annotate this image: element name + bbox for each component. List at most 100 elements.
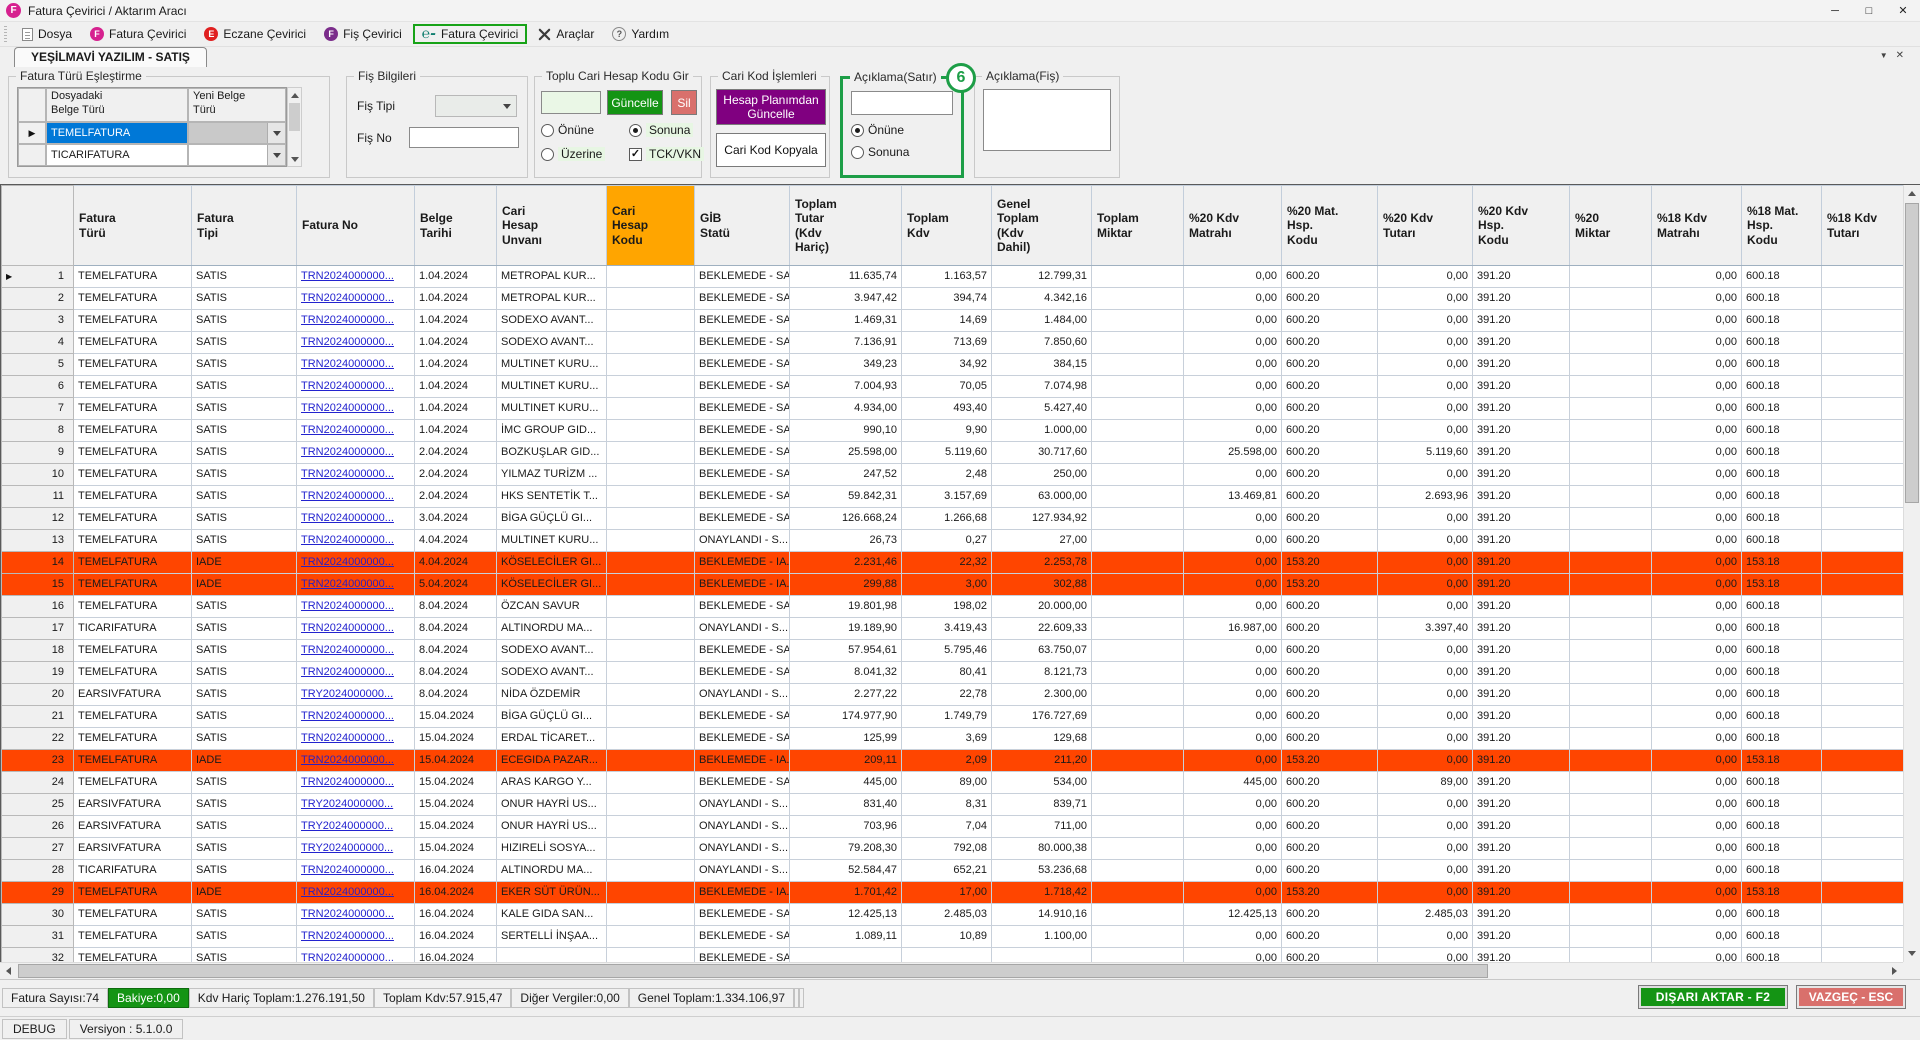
cell-tutar[interactable]: 19.189,90 [789,617,902,640]
column-header-no[interactable]: Fatura No [296,185,415,266]
cell-tk20[interactable]: 391.20 [1472,793,1570,816]
cell-tipi[interactable]: SATIS [191,375,297,398]
cell-tutar[interactable]: 126.668,24 [789,507,902,530]
menu-item-fatura-evirici[interactable]: F Fatura Çevirici [81,24,195,44]
invoice-number-link[interactable]: TRY2024000000... [301,688,393,700]
cell-tutar[interactable]: 703,96 [789,815,902,838]
cell-t20[interactable]: 0,00 [1377,573,1473,596]
cell-gib[interactable]: BEKLEMEDE - SA... [694,485,790,508]
cell-genel[interactable]: 27,00 [991,529,1092,552]
current-row-indicator-icon[interactable]: ▶ [18,122,46,144]
cell-mk20[interactable]: 153.20 [1281,573,1378,596]
cell-mk18[interactable]: 600.18 [1741,529,1822,552]
cell-genel[interactable]: 7.074,98 [991,375,1092,398]
cell-miktar[interactable] [1091,815,1184,838]
cell-m20[interactable]: 0,00 [1183,309,1282,332]
cell-mk18[interactable]: 600.18 [1741,463,1822,486]
menu-item-dosya[interactable]: Dosya [13,24,81,44]
cell-mik20[interactable] [1569,331,1652,354]
menu-item-fi-evirici[interactable]: F Fiş Çevirici [315,24,411,44]
invoice-number-link[interactable]: TRY2024000000... [301,798,393,810]
cell-kodu[interactable] [606,375,695,398]
cell-m20[interactable]: 12.425,13 [1183,903,1282,926]
cell-genel[interactable]: 20.000,00 [991,595,1092,618]
invoice-number-link[interactable]: TRN2024000000... [301,930,394,942]
cell-tarih[interactable]: 4.04.2024 [414,551,497,574]
cell-tarih[interactable]: 15.04.2024 [414,705,497,728]
cell-tarih[interactable]: 15.04.2024 [414,815,497,838]
cell-kodu[interactable] [606,925,695,948]
cell-mik20[interactable] [1569,617,1652,640]
cell-t18[interactable] [1821,309,1903,332]
cell-kodu[interactable] [606,881,695,904]
cell-kodu[interactable] [606,419,695,442]
invoice-number-link[interactable]: TRN2024000000... [301,490,394,502]
menu-item-ara-lar[interactable]: Araçlar [529,24,603,44]
cell-tk20[interactable]: 391.20 [1472,837,1570,860]
cell-tk20[interactable]: 391.20 [1472,375,1570,398]
cell-m20[interactable]: 0,00 [1183,705,1282,728]
cell-t18[interactable] [1821,661,1903,684]
cell-t20[interactable]: 3.397,40 [1377,617,1473,640]
cell-tutar[interactable]: 7.004,93 [789,375,902,398]
cell-tipi[interactable]: SATIS [191,309,297,332]
cell-kdv[interactable]: 7,04 [901,815,992,838]
cell-mk20[interactable]: 600.20 [1281,617,1378,640]
cell-unvan[interactable]: ECEGIDA PAZAR... [496,749,607,772]
cell-no[interactable]: TRN2024000000... [296,749,415,772]
cell-tarih[interactable]: 16.04.2024 [414,881,497,904]
cell-mk18[interactable]: 600.18 [1741,507,1822,530]
cell-genel[interactable]: 384,15 [991,353,1092,376]
cell-tk20[interactable]: 391.20 [1472,573,1570,596]
cell-tutar[interactable]: 990,10 [789,419,902,442]
cell-tipi[interactable]: SATIS [191,815,297,838]
cell-no[interactable]: TRN2024000000... [296,573,415,596]
cell-m18[interactable]: 0,00 [1651,793,1742,816]
cell-genel[interactable]: 53.236,68 [991,859,1092,882]
cell-tutar[interactable]: 4.934,00 [789,397,902,420]
cell-no[interactable]: TRY2024000000... [296,683,415,706]
cell-mk20[interactable]: 600.20 [1281,859,1378,882]
row-header[interactable]: 6 [1,375,74,398]
cell-mk20[interactable]: 600.20 [1281,661,1378,684]
cell-m20[interactable]: 0,00 [1183,287,1282,310]
cell-kdv[interactable]: 394,74 [901,287,992,310]
invoice-number-link[interactable]: TRY2024000000... [301,820,393,832]
cell-t18[interactable] [1821,881,1903,904]
aciklama-onune-radio[interactable] [851,123,864,137]
cell-m20[interactable]: 0,00 [1183,529,1282,552]
cell-gib[interactable]: BEKLEMEDE - SA... [694,353,790,376]
cell-m20[interactable]: 0,00 [1183,419,1282,442]
cell-m18[interactable]: 0,00 [1651,617,1742,640]
cell-tutar[interactable]: 57.954,61 [789,639,902,662]
cell-no[interactable]: TRN2024000000... [296,617,415,640]
cell-m18[interactable]: 0,00 [1651,683,1742,706]
cell-tarih[interactable]: 1.04.2024 [414,287,497,310]
cell-m18[interactable]: 0,00 [1651,947,1742,962]
cell-t18[interactable] [1821,507,1903,530]
cell-m18[interactable]: 0,00 [1651,353,1742,376]
sil-button[interactable]: Sil [671,90,697,115]
cell-genel[interactable]: 302,88 [991,573,1092,596]
cell-no[interactable]: TRN2024000000... [296,331,415,354]
cell-tutar[interactable]: 79.208,30 [789,837,902,860]
cell-gib[interactable]: BEKLEMEDE - SA... [694,639,790,662]
new-type-dropdown[interactable] [188,122,286,144]
cell-no[interactable]: TRN2024000000... [296,595,415,618]
cell-t18[interactable] [1821,441,1903,464]
row-header[interactable]: 14 [1,551,74,574]
cell-turu[interactable]: TEMELFATURA [73,419,192,442]
cell-kodu[interactable] [606,661,695,684]
export-button[interactable]: DIŞARI AKTAR - F2 [1638,985,1788,1009]
cell-m20[interactable]: 0,00 [1183,859,1282,882]
cell-mk18[interactable]: 600.18 [1741,683,1822,706]
cell-m18[interactable]: 0,00 [1651,727,1742,750]
cell-mk20[interactable]: 600.20 [1281,595,1378,618]
cell-miktar[interactable] [1091,309,1184,332]
cell-t18[interactable] [1821,639,1903,662]
cell-turu[interactable]: TEMELFATURA [73,661,192,684]
cell-unvan[interactable]: METROPAL KUR... [496,265,607,288]
cell-miktar[interactable] [1091,463,1184,486]
cell-m20[interactable]: 0,00 [1183,727,1282,750]
cell-kdv[interactable]: 3,00 [901,573,992,596]
